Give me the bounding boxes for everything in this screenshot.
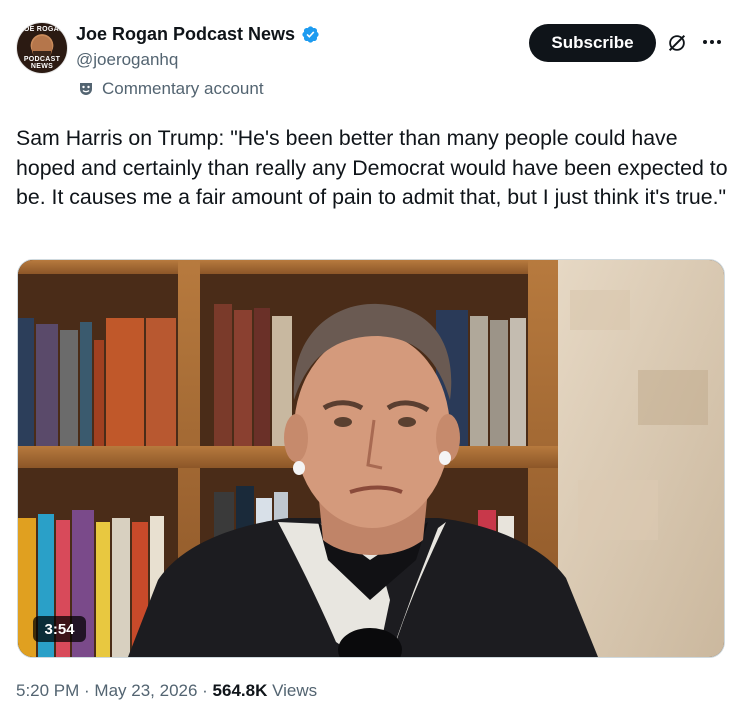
- author-display-name[interactable]: Joe Rogan Podcast News: [76, 24, 295, 45]
- post-date[interactable]: May 23, 2026: [94, 681, 197, 700]
- views-label: Views: [267, 681, 318, 700]
- author-name-row[interactable]: Joe Rogan Podcast News: [76, 24, 320, 45]
- commentary-account-label: Commentary account: [78, 79, 264, 99]
- commentary-text: Commentary account: [102, 79, 264, 98]
- views-count: 564.8K: [212, 681, 268, 700]
- author-handle[interactable]: @joeroganhq: [76, 50, 178, 70]
- video-duration-badge: 3:54: [33, 616, 86, 642]
- avatar-text-bottom: PODCAST NEWS: [23, 56, 61, 70]
- grok-icon[interactable]: [666, 32, 688, 54]
- post-time[interactable]: 5:20 PM: [16, 681, 79, 700]
- post-text: Sam Harris on Trump: "He's been better t…: [16, 126, 734, 209]
- more-icon[interactable]: [700, 30, 724, 54]
- meta-separator-2: ·: [197, 681, 213, 700]
- author-avatar[interactable]: JOE ROGAN PODCAST NEWS: [16, 22, 68, 74]
- verified-badge-icon: [302, 26, 319, 43]
- avatar-text-top: JOE ROGAN: [19, 26, 65, 33]
- post-meta: 5:20 PM · May 23, 2026 · 564.8K Views: [16, 681, 317, 701]
- theater-mask-icon: [80, 83, 92, 95]
- meta-separator-1: ·: [79, 681, 95, 700]
- subscribe-button[interactable]: Subscribe: [529, 24, 656, 62]
- video-player[interactable]: [17, 259, 725, 658]
- video-thumbnail: [18, 260, 724, 657]
